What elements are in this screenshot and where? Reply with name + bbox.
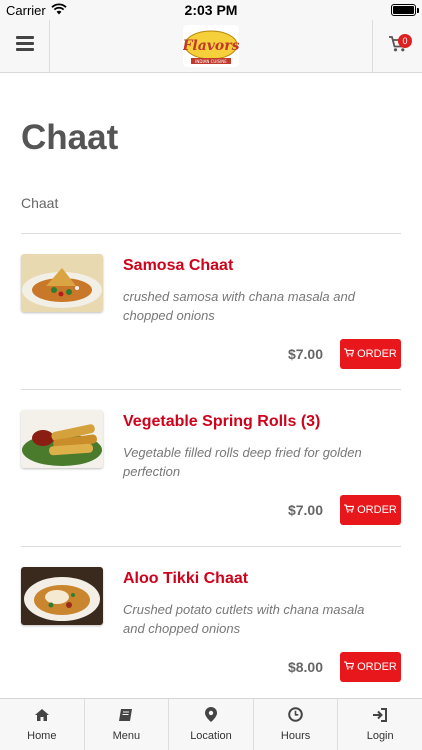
order-label: ORDER <box>357 348 397 360</box>
item-name[interactable]: Samosa Chaat <box>123 257 233 275</box>
item-price: $7.00 <box>287 346 323 362</box>
tab-label: Home <box>27 729 57 742</box>
tab-location[interactable]: Location <box>169 699 254 750</box>
item-price: $7.00 <box>287 502 323 518</box>
cart-icon <box>344 348 355 360</box>
samosa-chaat-photo <box>21 254 103 312</box>
item-description: crushed samosa with chana masala and cho… <box>123 289 355 323</box>
logo-text: Flavors <box>183 38 239 54</box>
battery-icon <box>391 4 419 16</box>
vegetable-spring-rolls-photo <box>21 410 103 468</box>
wifi-icon <box>51 2 67 18</box>
tab-menu[interactable]: Menu <box>85 699 170 750</box>
aloo-tikki-chaat-photo <box>21 567 103 625</box>
hamburger-icon <box>15 36 34 56</box>
menu-item[interactable]: Samosa Chaat crushed samosa with chana m… <box>0 234 422 390</box>
book-icon <box>118 708 134 727</box>
tab-label: Location <box>190 730 232 742</box>
restaurant-logo[interactable]: Flavors INDIAN CUISINE <box>181 25 240 67</box>
tab-label: Menu <box>112 729 141 742</box>
item-name[interactable]: Vegetable Spring Rolls (3) <box>123 413 320 431</box>
tab-hours[interactable]: Hours <box>254 699 339 750</box>
order-button[interactable]: ORDER <box>340 495 401 525</box>
map-pin-icon <box>204 707 217 727</box>
cart-count-badge: 0 <box>398 34 412 48</box>
tab-home[interactable]: Home <box>0 699 85 750</box>
home-icon <box>34 708 50 727</box>
cart-button[interactable]: 0 <box>372 20 422 72</box>
item-name[interactable]: Aloo Tikki Chaat <box>123 570 248 588</box>
clock-icon <box>288 707 303 727</box>
carrier-label: Carrier <box>6 2 46 18</box>
cart-icon <box>344 661 355 673</box>
menu-item[interactable]: Vegetable Spring Rolls (3) Vegetable fil… <box>0 390 422 546</box>
order-label: ORDER <box>357 661 397 673</box>
tab-label: Hours <box>280 730 311 742</box>
section-label: Chaat <box>21 195 59 211</box>
tab-label: Login <box>366 729 394 742</box>
order-button[interactable]: ORDER <box>340 652 401 682</box>
order-label: ORDER <box>357 504 397 516</box>
cart-icon <box>344 504 355 516</box>
order-button[interactable]: ORDER <box>340 339 401 369</box>
status-bar: Carrier 2:03 PM <box>0 0 422 20</box>
page-title: Chaat <box>21 118 119 157</box>
app-header: Flavors INDIAN CUISINE 0 <box>0 20 422 73</box>
item-price: $8.00 <box>287 659 323 675</box>
menu-item[interactable]: Aloo Tikki Chaat Crushed potato cutlets … <box>0 547 422 703</box>
login-icon <box>372 707 388 727</box>
bottom-tab-bar: Home Menu Location Hours Login <box>0 698 422 750</box>
tab-login[interactable]: Login <box>338 699 422 750</box>
item-description: Vegetable filled rolls deep fried for go… <box>123 445 362 479</box>
logo-subtext: INDIAN CUISINE <box>195 59 227 64</box>
item-description: Crushed potato cutlets with chana masala… <box>123 602 365 636</box>
hamburger-menu-button[interactable] <box>0 20 50 72</box>
status-left: Carrier <box>6 3 67 18</box>
